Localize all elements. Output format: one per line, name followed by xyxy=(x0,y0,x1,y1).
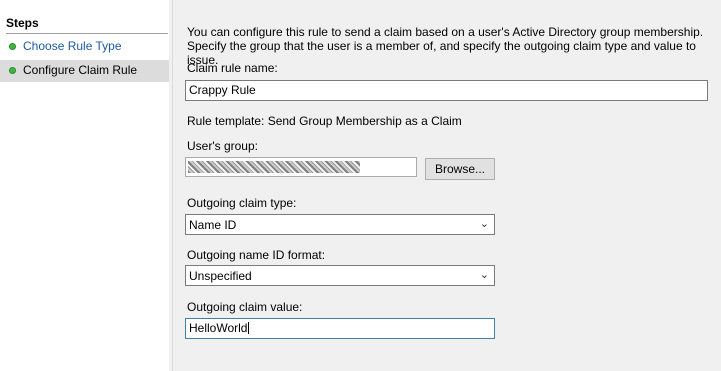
sidebar-divider xyxy=(172,0,173,371)
outgoing-name-id-format-label: Outgoing name ID format: xyxy=(187,248,326,262)
outgoing-claim-value-label: Outgoing claim value: xyxy=(187,300,303,314)
users-group-input[interactable] xyxy=(185,157,417,177)
browse-button[interactable]: Browse... xyxy=(425,158,495,180)
rule-template-text: Rule template: Send Group Membership as … xyxy=(187,114,462,128)
text-caret xyxy=(248,322,250,334)
step-complete-icon xyxy=(9,43,16,50)
steps-divider xyxy=(6,33,168,34)
step-choose-rule-type[interactable]: Choose Rule Type xyxy=(0,36,169,58)
outgoing-claim-value-input[interactable]: HelloWorld xyxy=(185,318,495,339)
claim-rule-name-input[interactable]: Crappy Rule xyxy=(185,80,708,101)
claim-value-text: HelloWorld xyxy=(189,321,248,335)
redacted-group-value xyxy=(188,161,360,173)
steps-title: Steps xyxy=(6,16,39,30)
chevron-down-icon[interactable]: ⌄ xyxy=(480,217,489,230)
steps-sidebar: Steps Choose Rule Type Configure Claim R… xyxy=(0,0,169,371)
select-value: Unspecified xyxy=(189,269,252,283)
chevron-down-icon[interactable]: ⌄ xyxy=(480,268,489,281)
step-label: Choose Rule Type xyxy=(23,39,122,53)
outgoing-claim-type-label: Outgoing claim type: xyxy=(187,196,297,210)
outgoing-name-id-format-select[interactable]: Unspecified ⌄ xyxy=(185,265,495,286)
select-value: Name ID xyxy=(189,218,237,232)
users-group-label: User's group: xyxy=(187,139,258,153)
step-label: Configure Claim Rule xyxy=(23,63,138,77)
step-current-icon xyxy=(9,67,16,74)
claim-rule-name-label: Claim rule name: xyxy=(187,61,278,75)
outgoing-claim-type-select[interactable]: Name ID ⌄ xyxy=(185,214,495,235)
step-configure-claim-rule[interactable]: Configure Claim Rule xyxy=(0,60,169,82)
